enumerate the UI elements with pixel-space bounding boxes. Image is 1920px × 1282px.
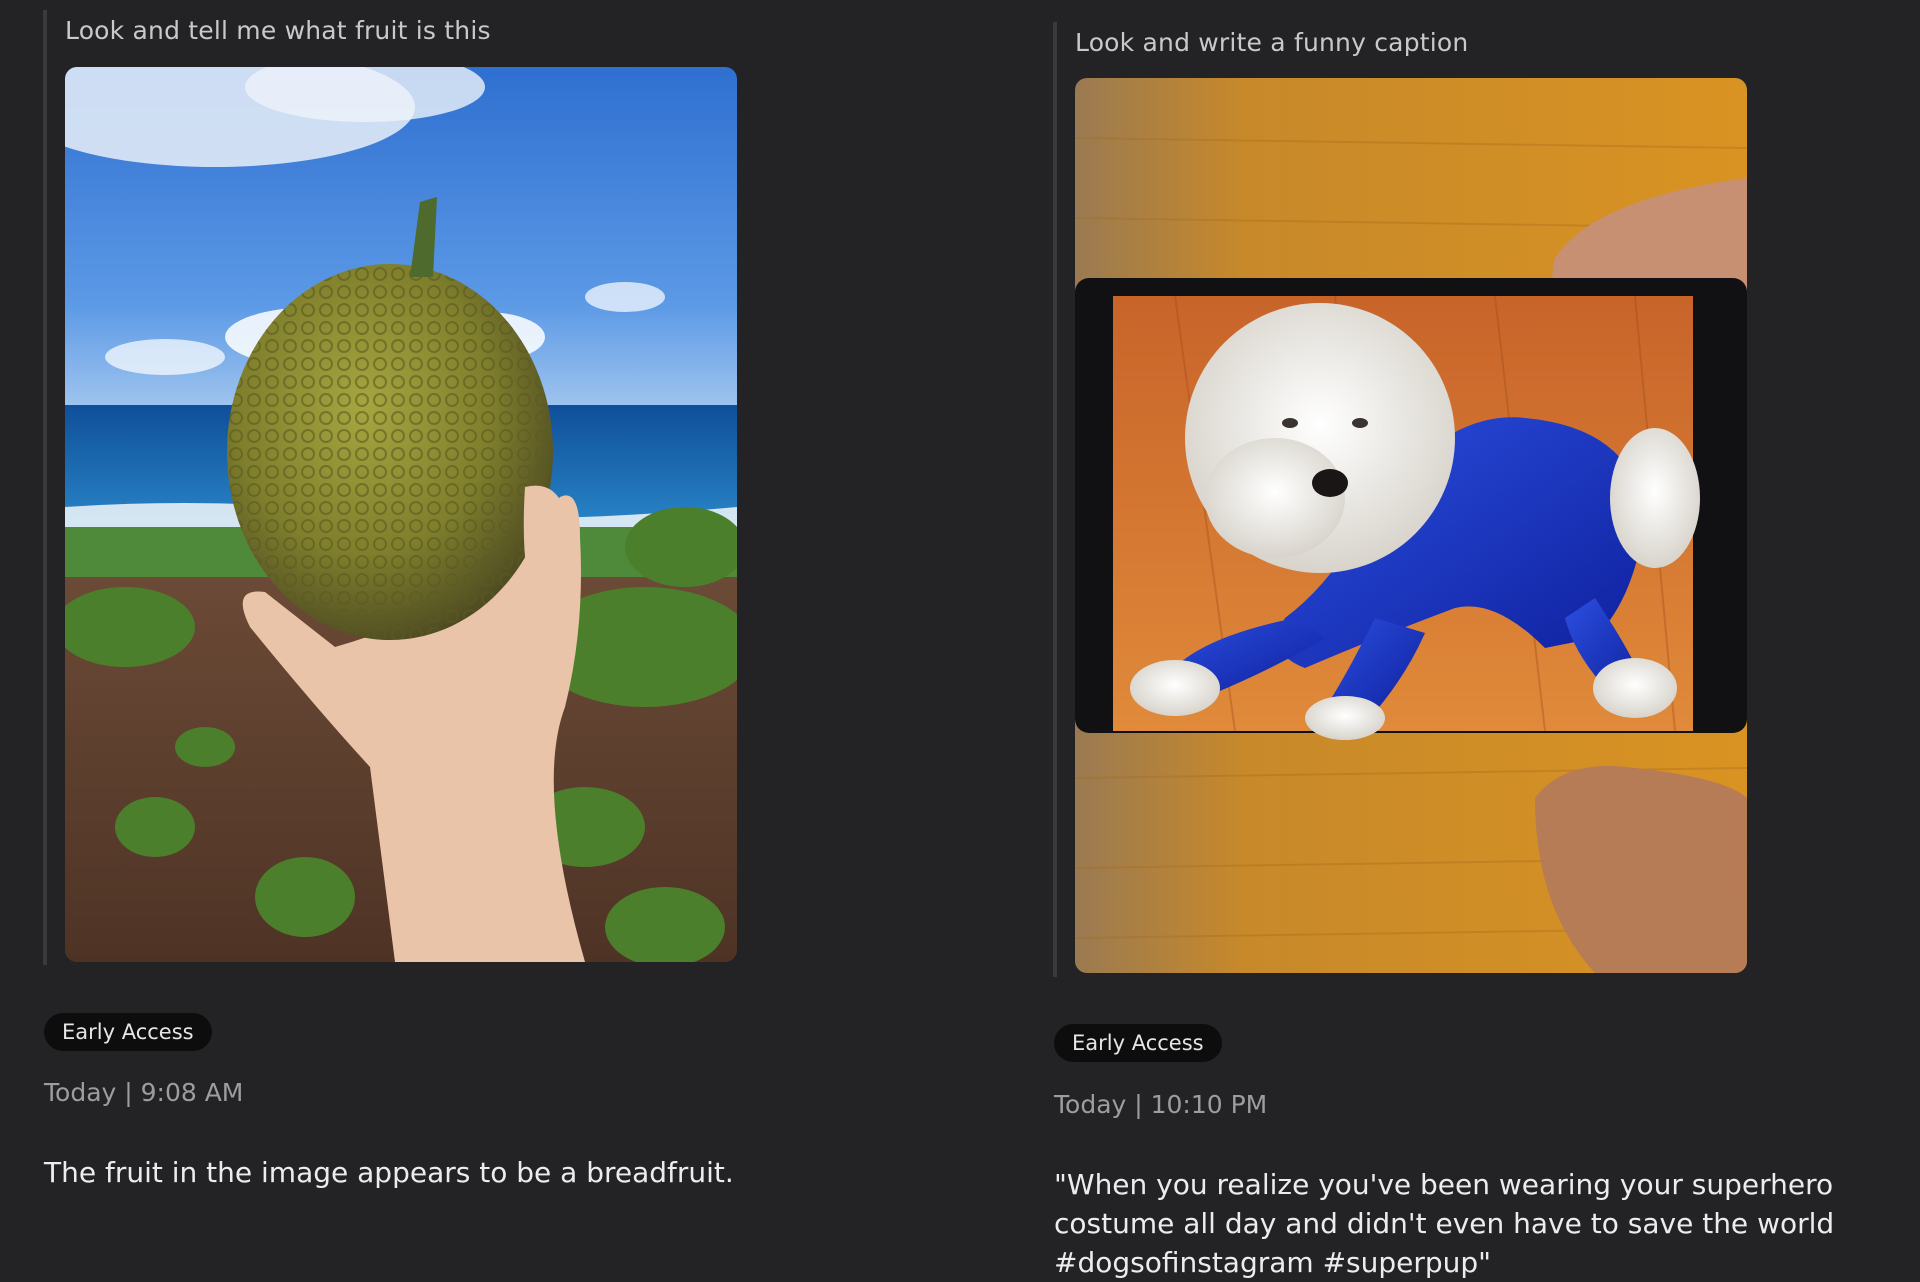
assistant-answer: The fruit in the image appears to be a b… [44, 1156, 734, 1189]
conversation-card-breadfruit: Look and tell me what fruit is this Earl… [0, 0, 960, 1280]
prompt-text: Look and tell me what fruit is this [65, 16, 491, 45]
dog-image [1075, 78, 1747, 973]
early-access-badge: Early Access [44, 1013, 212, 1051]
breadfruit-image [65, 67, 737, 962]
quoted-prompt: Look and tell me what fruit is this [43, 10, 787, 965]
early-access-badge: Early Access [1054, 1024, 1222, 1062]
breadfruit-photo[interactable] [65, 67, 737, 962]
dog-on-phone-photo[interactable] [1075, 78, 1747, 973]
prompt-text: Look and write a funny caption [1075, 28, 1469, 57]
message-timestamp: Today | 10:10 PM [1054, 1090, 1268, 1119]
assistant-answer: "When you realize you've been wearing yo… [1054, 1168, 1835, 1279]
conversation-card-dog: Look and write a funny caption Early Acc… [1010, 0, 1920, 1280]
quoted-prompt: Look and write a funny caption [1053, 22, 1797, 977]
message-timestamp: Today | 9:08 AM [44, 1078, 244, 1107]
